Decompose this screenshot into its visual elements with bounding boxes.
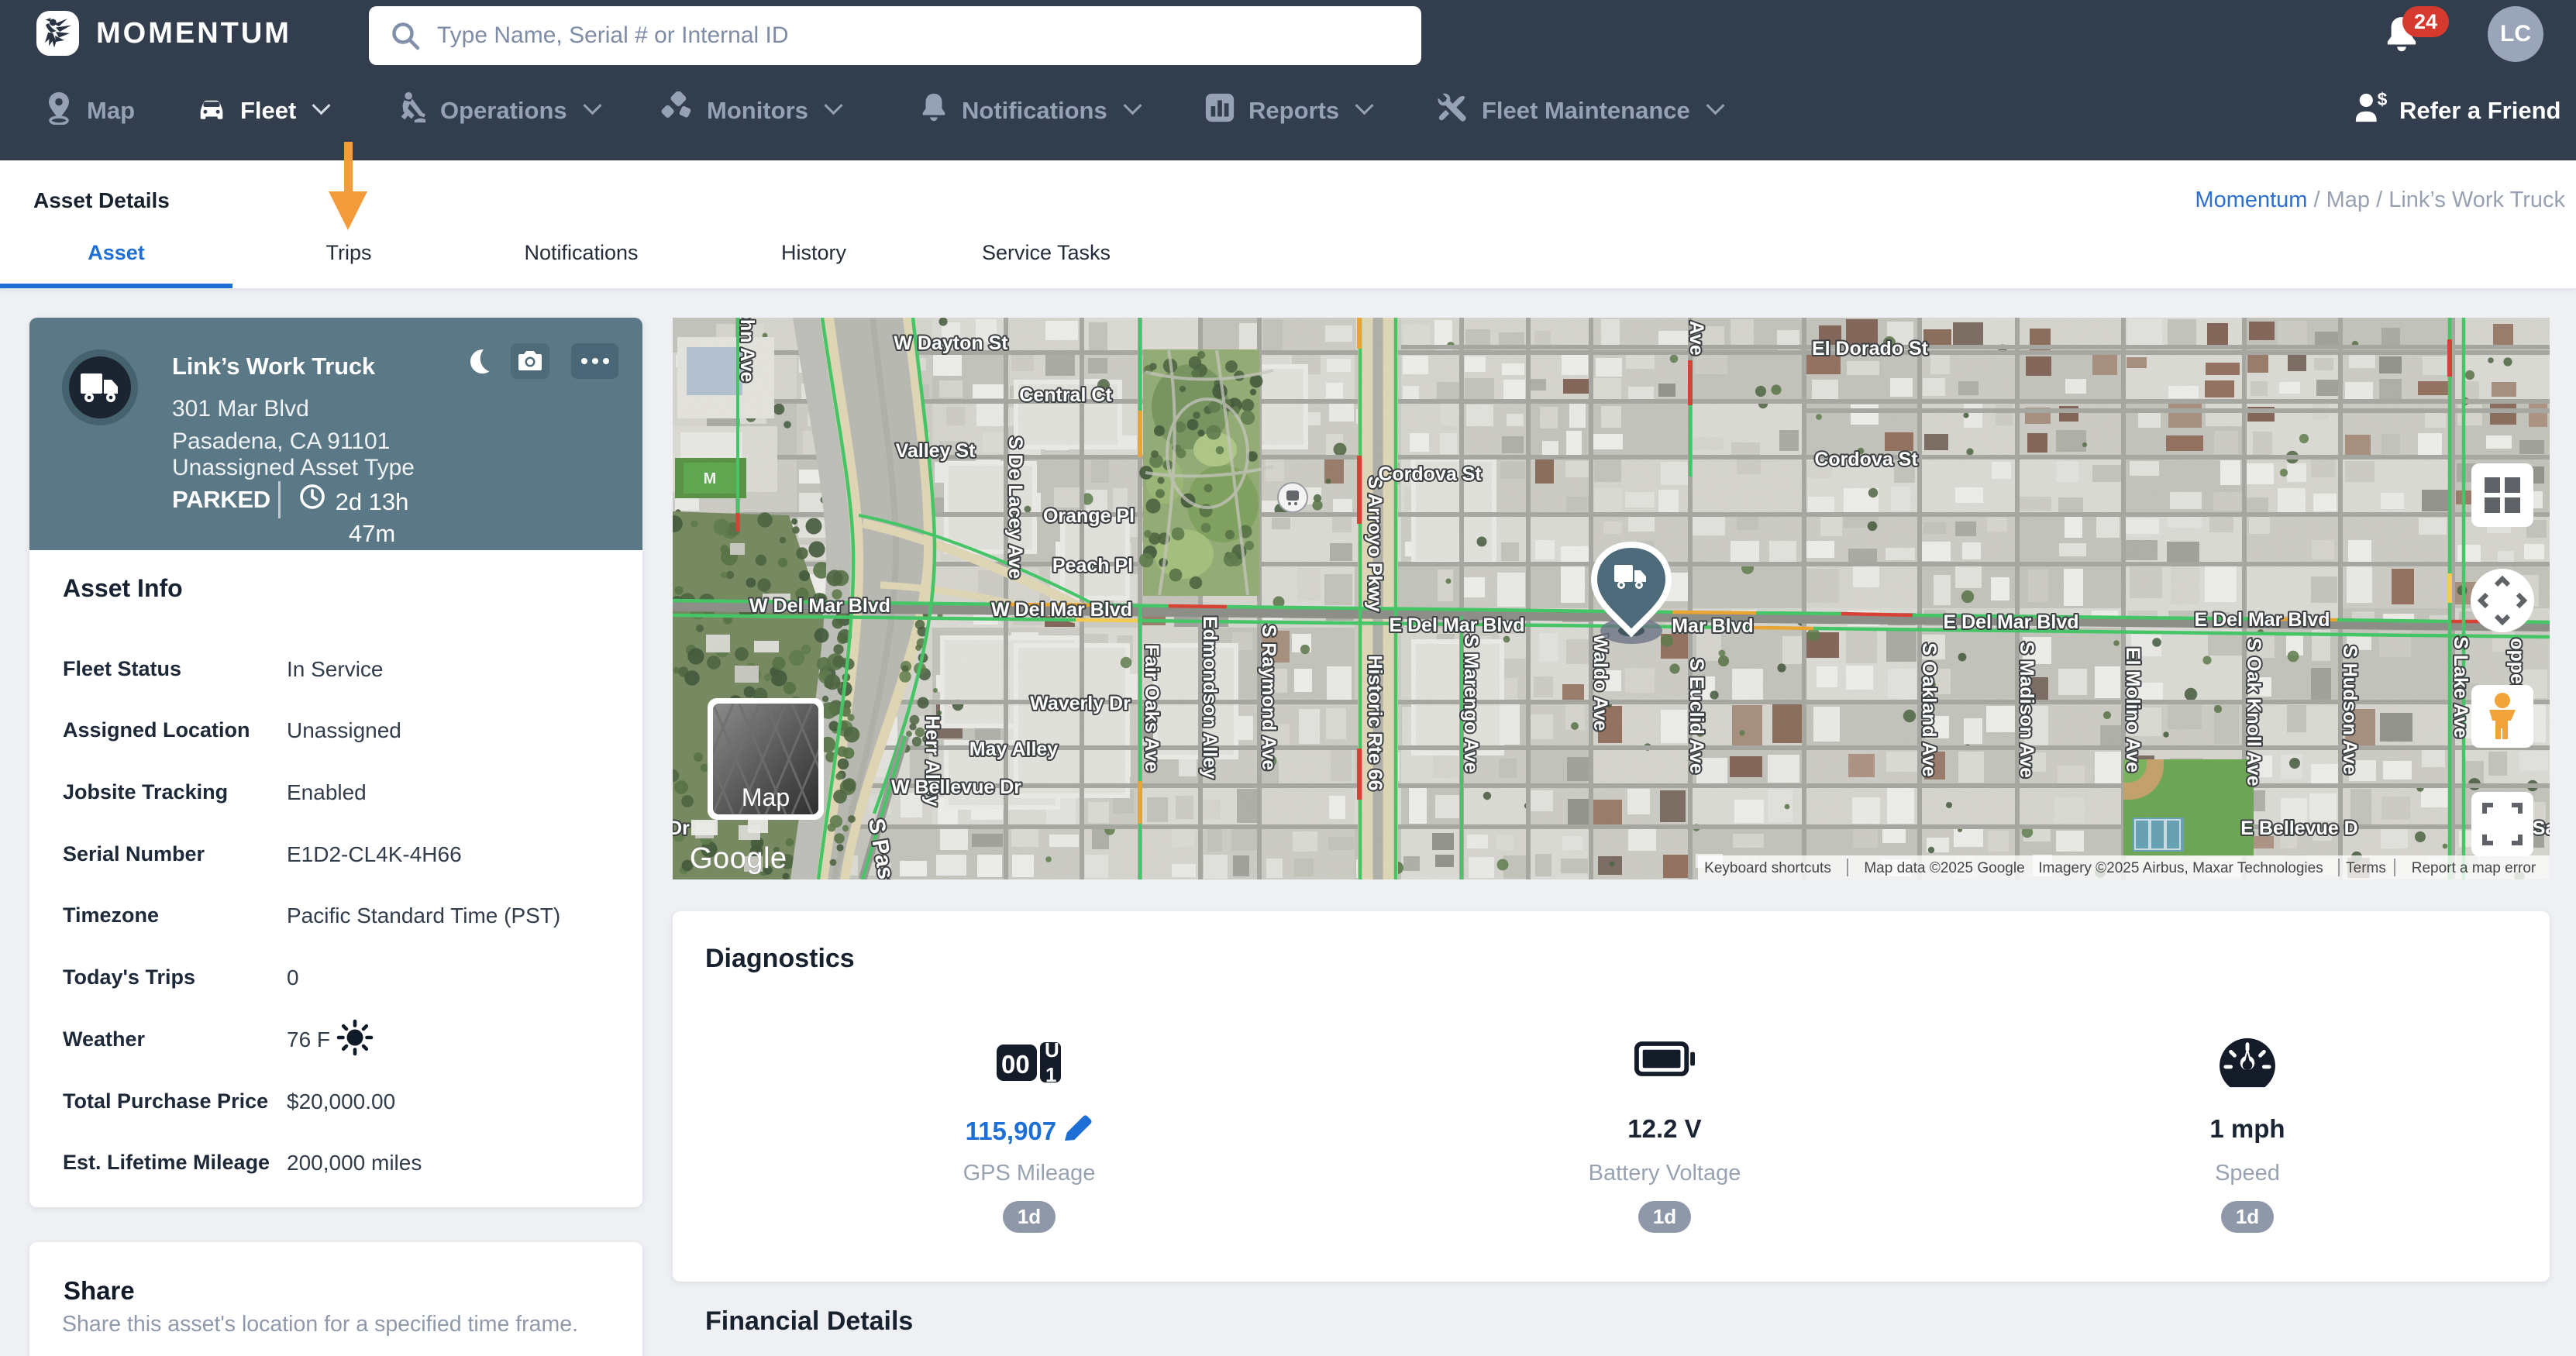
svg-text:1: 1 [1045, 1063, 1056, 1086]
svg-text:Map: Map [742, 783, 790, 811]
svg-text:S Madison Ave: S Madison Ave [2016, 642, 2037, 778]
svg-text:Waldo Ave: Waldo Ave [1589, 634, 1611, 731]
svg-text:W Del Mar Blvd: W Del Mar Blvd [749, 595, 890, 617]
svg-text:S Lake Ave: S Lake Ave [2450, 636, 2471, 738]
svg-text:E Del Mar Blvd: E Del Mar Blvd [1389, 614, 1524, 636]
svg-text:W Del Mar Blvd: W Del Mar Blvd [991, 599, 1132, 621]
svg-text:Valley St: Valley St [896, 440, 976, 462]
svg-text:W Bellevue Dr: W Bellevue Dr [891, 776, 1021, 798]
svg-text:Peach Pl: Peach Pl [1052, 555, 1133, 576]
svg-text:E Del Mar Blvd: E Del Mar Blvd [2194, 609, 2330, 631]
svg-text:W Dayton St: W Dayton St [894, 332, 1008, 354]
svg-text:Terms: Terms [2346, 860, 2386, 876]
svg-text:Report a map error: Report a map error [2412, 860, 2536, 876]
svg-text:Fair Oaks Ave: Fair Oaks Ave [1141, 645, 1162, 773]
svg-text:opper: opper [2506, 638, 2528, 692]
svg-text:S Euclid Ave: S Euclid Ave [1686, 318, 1707, 356]
svg-text:Cordova St: Cordova St [1378, 463, 1482, 485]
svg-text:Central Ct: Central Ct [1019, 384, 1112, 406]
svg-text:Cordova St: Cordova St [1814, 449, 1918, 470]
svg-text:Historic Rte 66: Historic Rte 66 [1364, 655, 1386, 790]
svg-text:Waverly Dr: Waverly Dr [1030, 693, 1131, 714]
svg-text:S Raymond Ave: S Raymond Ave [1258, 625, 1279, 771]
svg-text:S Marengo Ave: S Marengo Ave [1460, 635, 1482, 773]
svg-text:E Bellevue D: E Bellevue D [2240, 817, 2357, 839]
svg-text:S Arroyo Pkwy: S Arroyo Pkwy [1364, 476, 1386, 612]
svg-text:S Oak Knoll Ave: S Oak Knoll Ave [2243, 638, 2264, 786]
svg-text:Dr: Dr [673, 817, 690, 839]
svg-text:Orange Pl: Orange Pl [1043, 505, 1135, 527]
svg-text:S De Lacey Ave: S De Lacey Ave [1004, 436, 1026, 579]
svg-text:El Molino Ave: El Molino Ave [2122, 647, 2144, 773]
svg-text:Edmondson Alley: Edmondson Alley [1199, 616, 1221, 779]
svg-text:E Del Mar Blvd: E Del Mar Blvd [1943, 611, 2078, 633]
svg-text:ohn Ave: ohn Ave [736, 318, 758, 382]
svg-text:Sa: Sa [2533, 817, 2550, 839]
svg-text:Keyboard shortcuts: Keyboard shortcuts [1704, 860, 1831, 876]
svg-text:May Alley: May Alley [969, 738, 1059, 760]
svg-text:S Oakland Ave: S Oakland Ave [1918, 642, 1940, 776]
svg-text:El Dorado St: El Dorado St [1812, 338, 1929, 360]
svg-text:Imagery ©2025 Airbus, Maxar Te: Imagery ©2025 Airbus, Maxar Technologies [2038, 860, 2323, 876]
svg-text:$: $ [2378, 91, 2387, 109]
svg-text:00: 00 [1001, 1050, 1030, 1079]
svg-text:Mar Blvd: Mar Blvd [1672, 615, 1754, 637]
svg-text:Google: Google [690, 842, 787, 875]
svg-text:S Hudson Ave: S Hudson Ave [2339, 645, 2361, 775]
svg-text:Map data ©2025 Google: Map data ©2025 Google [1864, 860, 2024, 876]
svg-text:S Euclid Ave: S Euclid Ave [1686, 658, 1707, 774]
svg-text:U: U [1045, 1038, 1059, 1062]
